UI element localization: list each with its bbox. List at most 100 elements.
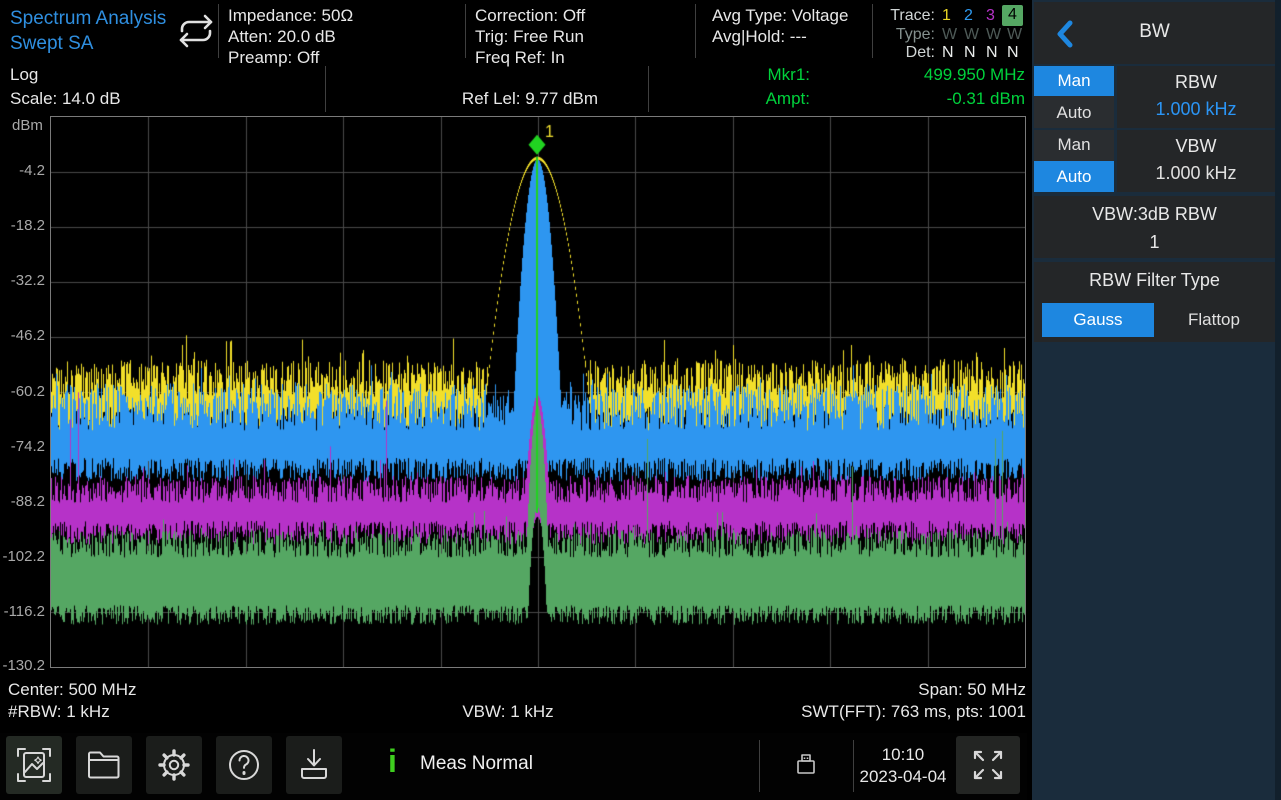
trace-1-type: W [942,25,957,45]
y-tick-label: -88.2 [0,493,45,511]
vbw-value-tile[interactable]: VBW 1.000 kHz [1117,130,1275,192]
toolbar-divider-1 [759,740,760,792]
input-settings-group[interactable]: Impedance: 50Ω Atten: 20.0 dB Preamp: Of… [228,5,353,68]
y-tick-label: -46.2 [0,327,45,345]
trigger-settings-group[interactable]: Correction: Off Trig: Free Run Freq Ref:… [475,5,585,68]
rbw-filter-type-tile: RBW Filter Type Gauss Flattop [1034,262,1275,342]
impedance-readout: Impedance: 50Ω [228,5,353,26]
fullscreen-button[interactable] [956,736,1020,794]
settings-button[interactable] [146,736,202,794]
save-button[interactable] [286,736,342,794]
amp-mode-readout[interactable]: Log [10,64,38,85]
file-explorer-button[interactable] [76,736,132,794]
y-tick-label: -116.2 [0,603,45,621]
menu-header: BW [1034,2,1275,64]
vbw-man-button[interactable]: Man [1034,130,1114,160]
y-tick-label: -32.2 [0,272,45,290]
trace-1-number[interactable]: 1 [942,6,951,26]
trace-4-number-selected[interactable]: 4 [1002,5,1023,26]
filter-gauss-button[interactable]: Gauss [1042,303,1154,337]
clock-time[interactable]: 10:10 [855,744,951,765]
y-tick-label: -102.2 [0,548,45,566]
vbw-value: 1.000 kHz [1117,163,1275,184]
spectrum-canvas[interactable] [51,117,1025,667]
screenshot-button[interactable] [6,736,62,794]
rbw-value: 1.000 kHz [1117,99,1275,120]
y-tick-label: -60.2 [0,383,45,401]
trace-3-number[interactable]: 3 [986,6,995,26]
marker1-freq-value: 499.950 MHz [810,64,1025,85]
row2-divider-2 [648,66,649,112]
scale-readout[interactable]: Scale: 14.0 dB [10,88,121,109]
type-row-label: Type: [878,25,935,45]
vbw-man-auto-group: Man Auto [1034,130,1114,192]
correction-readout: Correction: Off [475,5,585,26]
ref-level-readout[interactable]: Ref Lel: 9.77 dBm [325,88,598,109]
spectrum-plot-area[interactable] [50,116,1026,668]
help-button[interactable] [216,736,272,794]
panel-edge-strip [1275,0,1281,800]
y-axis-unit-label: dBm [12,117,43,134]
y-tick-label: -18.2 [0,217,45,235]
usb-device-indicator[interactable] [795,752,817,783]
y-tick-label: -74.2 [0,438,45,456]
trace-2-type: W [964,25,979,45]
header-divider-4 [872,4,873,58]
average-settings-group[interactable]: Avg Type: Voltage Avg|Hold: --- [712,5,848,47]
bw-menu-panel: BW Man Auto RBW 1.000 kHz Man Auto VBW 1… [1032,0,1281,800]
trace-2-number[interactable]: 2 [964,6,973,26]
header-divider-1 [218,4,219,58]
sweep-time-readout[interactable]: SWT(FFT): 763 ms, pts: 1001 [700,701,1026,722]
ratio-value: 1 [1034,232,1275,253]
rbw-value-tile[interactable]: RBW 1.000 kHz [1117,66,1275,128]
ratio-label: VBW:3dB RBW [1034,204,1275,225]
y-tick-label: -4.2 [0,162,45,180]
menu-title: BW [1034,21,1275,43]
rbw-label: RBW [1117,72,1275,93]
vbw-label: VBW [1117,136,1275,157]
header-divider-3 [695,4,696,58]
trace-2-det: N [964,43,976,63]
save-icon [295,746,333,784]
trace-1-det: N [942,43,954,63]
app-title-line2: Swept SA [10,31,166,56]
app-title: Spectrum Analysis Swept SA [10,6,166,56]
status-info-icon: i [388,743,397,780]
app-title-line1: Spectrum Analysis [10,6,166,31]
expand-arrows-icon [969,746,1007,784]
avg-type-readout: Avg Type: Voltage [712,5,848,26]
clock-date[interactable]: 2023-04-04 [855,766,951,787]
vbw-auto-button[interactable]: Auto [1034,161,1114,192]
trace-3-det: N [986,43,998,63]
span-readout[interactable]: Span: 50 MHz [800,679,1026,700]
trace-4-type: W [1007,25,1022,45]
rbw-auto-button[interactable]: Auto [1034,97,1114,128]
center-freq-readout[interactable]: Center: 500 MHz [8,679,137,700]
trace-row-label: Trace: [878,6,935,26]
usb-icon [795,752,817,778]
trig-readout: Trig: Free Run [475,26,585,47]
filter-flattop-button[interactable]: Flattop [1158,303,1270,337]
header-divider-2 [465,4,466,58]
help-icon [225,746,263,784]
toolbar-divider-2 [853,740,854,792]
spectrum-analyzer-screen: Spectrum Analysis Swept SA Impedance: 50… [0,0,1281,800]
marker1-ampt-label: Ampt: [700,88,810,109]
continuous-sweep-button[interactable] [176,13,216,54]
rbw-man-button[interactable]: Man [1034,66,1114,96]
vbw-readout[interactable]: VBW: 1 kHz [380,701,636,722]
preamp-readout: Preamp: Off [228,47,353,68]
rbw-readout[interactable]: #RBW: 1 kHz [8,701,110,722]
marker1-label: Mkr1: [700,64,810,85]
freq-ref-readout: Freq Ref: In [475,47,585,68]
trace-4-det: N [1007,43,1019,63]
avg-hold-readout: Avg|Hold: --- [712,26,848,47]
y-tick-label: -130.2 [0,657,45,675]
vbw-rbw-ratio-tile[interactable]: VBW:3dB RBW 1 [1034,196,1275,258]
gear-icon [155,746,193,784]
rbw-man-auto-group: Man Auto [1034,66,1114,128]
folder-icon [85,746,123,784]
marker1-ampt-value: -0.31 dBm [810,88,1025,109]
det-row-label: Det: [878,43,935,63]
status-label: Meas Normal [420,753,533,775]
